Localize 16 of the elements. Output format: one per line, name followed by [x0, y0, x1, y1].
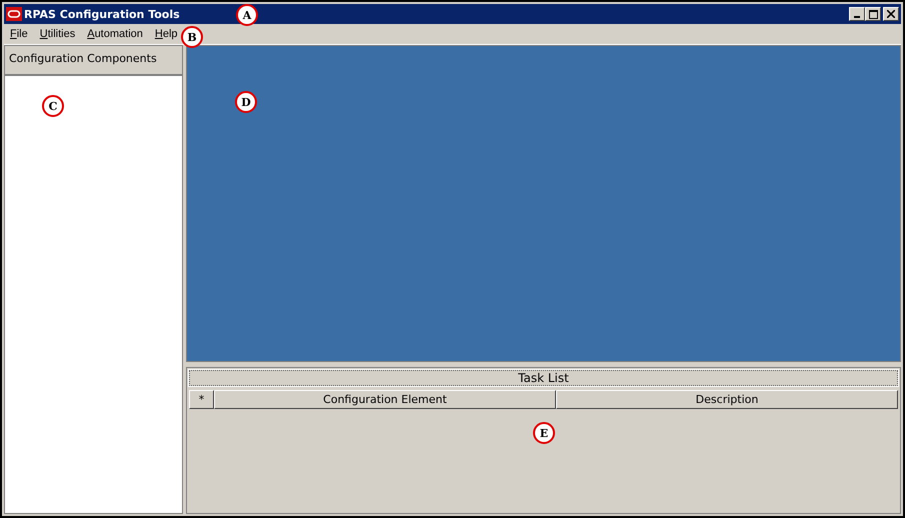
menu-item[interactable]: Help — [154, 28, 178, 40]
close-button[interactable] — [883, 7, 899, 21]
panel-title: Configuration Components — [9, 52, 157, 65]
window-title: RPAS Configuration Tools — [24, 8, 180, 20]
column-header[interactable]: * — [189, 390, 214, 409]
minimize-button[interactable] — [849, 7, 865, 21]
menu-item[interactable]: Utilities — [40, 28, 76, 40]
column-header[interactable]: Description — [556, 390, 898, 409]
maximize-button[interactable] — [865, 7, 881, 21]
column-header[interactable]: Configuration Element — [214, 390, 556, 409]
logo-icon — [6, 7, 22, 21]
maximize-icon — [868, 10, 878, 18]
task-list-bar[interactable]: Task List — [189, 370, 898, 386]
menu-item[interactable]: File — [10, 28, 28, 40]
close-icon — [887, 10, 895, 18]
menu-item[interactable]: Automation — [87, 28, 143, 40]
